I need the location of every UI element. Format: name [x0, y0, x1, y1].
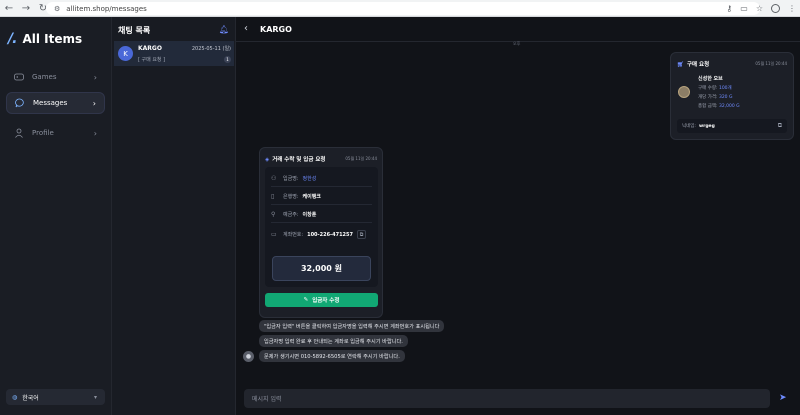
chevron-right-icon: ›	[93, 72, 97, 82]
conversation-title: KARGO	[260, 25, 292, 34]
menu-dots-icon[interactable]: ⋮	[788, 4, 796, 13]
user-edit-icon: ⚇	[271, 174, 277, 182]
row-value: 320 G	[718, 95, 733, 100]
edit-icon: ✎	[303, 297, 309, 303]
message-bubble: 입금자명 입력 완료 후 안내되는 계좌로 입금해 주시기 바랍니다.	[259, 335, 408, 347]
card-time: 05월 11일 20:44	[345, 156, 377, 161]
deposit-details: ⚇ 입금명: 정한성 ▯ 은행명: 케이뱅크 ⚲ 예금주: 이창훈 ▭ 계좌번호…	[265, 167, 378, 287]
card-title-text: 거래 수락 및 입금 요청	[272, 157, 326, 163]
user-icon	[14, 128, 24, 138]
language-label: 한국어	[22, 394, 39, 402]
browser-toolbar: ← → ↻ ⚙ allitem.shop/messages ⚷ ▭ ☆ ⋮	[0, 0, 800, 17]
app-name: All Items	[22, 32, 83, 46]
cart-icon: 🛒︎	[677, 62, 684, 68]
cast-icon[interactable]: ▭	[740, 4, 748, 13]
field-value: 정한성	[302, 175, 317, 182]
nickname-box: 닉네임: wrgeg ⧉	[677, 119, 787, 133]
total-price-row: 총합 금액: 32,000 G	[698, 103, 740, 109]
unread-badge: 1	[224, 56, 231, 63]
back-arrow-icon[interactable]: ←	[4, 0, 14, 17]
url-text: allitem.shop/messages	[66, 4, 147, 13]
globe-icon: ◍	[12, 393, 18, 401]
message-bubble: "입금자 입력" 버튼을 클릭하여 입금자명을 입력해 주시면 계좌번호가 표시…	[259, 320, 445, 332]
row-value: 32,000 G	[718, 104, 740, 109]
deposit-request-card: ◈ 거래 수락 및 입금 요청 05월 11일 20:44 ⚇ 입금명: 정한성 …	[259, 147, 383, 318]
purchase-request-card: 🛒︎ 구매 요청 05월 11일 20:44 신성한 오브 구매 수량: 100개…	[670, 52, 794, 140]
row-label: 구매 수량:	[698, 86, 718, 91]
language-select[interactable]: ◍ 한국어 ▾	[6, 389, 105, 405]
field-value: 케이뱅크	[302, 193, 321, 200]
bell-icon[interactable]: 🔔︎	[219, 25, 229, 34]
button-label: 입금자 수정	[312, 298, 340, 304]
card-title: 🛒︎ 구매 요청	[677, 60, 709, 68]
chat-list-title: 채팅 목록	[118, 26, 151, 35]
card-title: ◈ 거래 수락 및 입금 요청	[265, 155, 325, 163]
row-label: 총합 금액:	[698, 104, 718, 109]
quantity-row: 구매 수량: 100개	[698, 85, 732, 91]
card-icon: ▭	[271, 231, 277, 238]
gem-icon: ◈	[265, 157, 270, 163]
amount-display: 32,000 원	[272, 256, 371, 281]
sidebar-item-profile[interactable]: Profile ›	[6, 122, 105, 144]
chat-list-panel: 채팅 목록 🔔︎ K KARGO 2025-05-11 (일) [ 구매 요청 …	[112, 17, 236, 415]
message-bubble: 문제가 생기시면 010-5892-6505로 연락해 주시기 바랍니다.	[259, 350, 405, 362]
chevron-right-icon: ›	[93, 128, 97, 138]
chevron-down-icon: ▾	[93, 393, 97, 401]
logo-mark: /.	[8, 31, 17, 47]
sidebar-item-label: Messages	[33, 99, 68, 107]
sidebar: /. All Items Games › Messages › Profile …	[0, 17, 112, 415]
field-value: 100-226-471257	[307, 231, 353, 238]
avatar: K	[118, 46, 133, 61]
time-marker: 오후	[513, 41, 521, 46]
chat-icon	[15, 98, 25, 108]
forward-arrow-icon[interactable]: →	[21, 0, 31, 17]
back-chevron-icon[interactable]: ‹	[244, 23, 248, 34]
card-title-text: 구매 요청	[686, 62, 710, 68]
bookmark-star-icon[interactable]: ☆	[756, 4, 763, 13]
nickname-label: 닉네임:	[682, 124, 696, 129]
profile-avatar-icon[interactable]	[771, 4, 780, 13]
account-holder-field: ⚲ 예금주: 이창훈	[271, 206, 372, 223]
field-label: 예금주:	[283, 211, 299, 218]
sidebar-item-games[interactable]: Games ›	[6, 66, 105, 88]
bank-icon: ▯	[271, 192, 275, 200]
conversation-header: ‹ KARGO	[236, 17, 800, 42]
unit-price-row: 개당 가격: 320 G	[698, 94, 732, 100]
chat-list-item[interactable]: K KARGO 2025-05-11 (일) [ 구매 요청 ] 1	[114, 41, 234, 66]
row-label: 개당 가격:	[698, 95, 718, 100]
field-value: 이창훈	[302, 211, 317, 218]
sidebar-item-label: Games	[32, 73, 57, 81]
send-icon[interactable]: ➤	[779, 393, 787, 403]
field-label: 은행명:	[283, 193, 299, 200]
sidebar-item-messages[interactable]: Messages ›	[6, 92, 105, 114]
sender-avatar-icon: ●	[243, 351, 254, 362]
account-number-field: ▭ 계좌번호: 100-226-471257 ⧉	[271, 226, 372, 243]
chat-date: 2025-05-11 (일)	[191, 46, 231, 52]
chat-preview: [ 구매 요청 ]	[138, 57, 166, 63]
depositor-field: ⚇ 입금명: 정한성	[271, 170, 372, 187]
address-bar[interactable]: ⚙ allitem.shop/messages	[46, 2, 760, 15]
password-key-icon[interactable]: ⚷	[726, 4, 732, 13]
message-input[interactable]: 메시지 입력	[244, 389, 770, 408]
chat-name: KARGO	[138, 45, 162, 52]
chevron-right-icon: ›	[92, 98, 96, 108]
field-label: 입금명:	[283, 175, 299, 182]
bank-field: ▯ 은행명: 케이뱅크	[271, 188, 372, 205]
copy-icon[interactable]: ⧉	[357, 230, 366, 239]
conversation-panel: ‹ KARGO 오후 🛒︎ 구매 요청 05월 11일 20:44 신성한 오브 …	[236, 17, 800, 415]
sidebar-item-label: Profile	[32, 129, 54, 137]
field-label: 계좌번호:	[283, 232, 304, 238]
row-value: 100개	[718, 86, 732, 91]
edit-depositor-button[interactable]: ✎ 입금자 수정	[265, 293, 378, 307]
item-thumbnail-icon	[678, 86, 690, 98]
user-icon: ⚲	[271, 210, 276, 218]
site-info-icon[interactable]: ⚙	[54, 5, 60, 13]
item-name: 신성한 오브	[698, 76, 723, 82]
app-logo[interactable]: /. All Items	[8, 31, 82, 47]
card-time: 05월 11일 20:44	[755, 61, 787, 66]
copy-icon[interactable]: ⧉	[778, 122, 782, 130]
nickname-value: wrgeg	[698, 123, 715, 129]
gamepad-icon	[14, 72, 24, 82]
